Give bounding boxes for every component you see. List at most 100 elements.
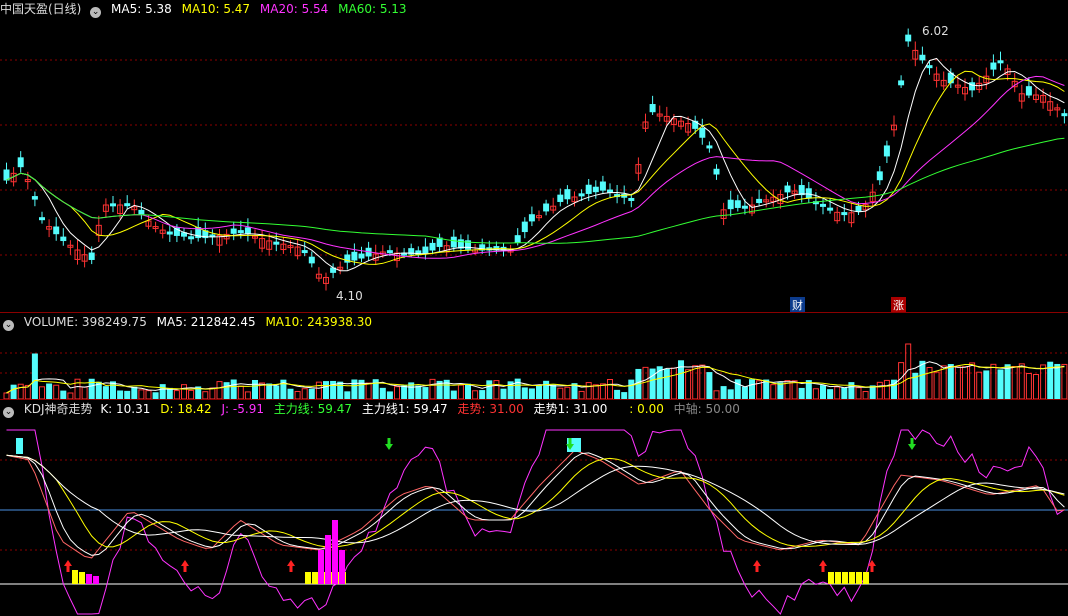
candle-body xyxy=(17,157,24,168)
candlestick-chart[interactable] xyxy=(0,0,1068,312)
volume-bar xyxy=(1018,363,1025,399)
rise-marker[interactable]: 涨 xyxy=(891,297,906,313)
price-panel[interactable]: 中国天盈(日线) ⌄ MA5: 5.38 MA10: 5.47 MA20: 5.… xyxy=(0,0,1068,313)
volume-bar xyxy=(315,381,322,399)
candle-body xyxy=(53,226,60,235)
candle-body xyxy=(990,62,997,70)
volume-bar xyxy=(401,385,408,399)
volume-bar xyxy=(855,387,862,399)
volume-bar xyxy=(642,366,649,399)
candle-body xyxy=(741,205,748,209)
candle-body xyxy=(713,168,720,175)
ma60-line xyxy=(6,137,1065,244)
dropdown-icon[interactable]: ⌄ xyxy=(3,407,14,418)
volume-bar xyxy=(876,381,883,399)
candle-body xyxy=(301,250,308,254)
kdj-panel[interactable]: ⌄ KDJ神奇走势 K: 10.31 D: 18.42 J: -5.91 主力线… xyxy=(0,400,1068,616)
finance-marker[interactable]: 财 xyxy=(790,297,805,313)
volume-bar xyxy=(415,385,422,399)
candle-body xyxy=(820,203,826,207)
volume-bar xyxy=(479,390,486,399)
signal-bar xyxy=(86,574,92,584)
volume-bar xyxy=(940,365,947,399)
candle-body xyxy=(628,197,635,201)
volume-bar xyxy=(202,391,209,399)
volume-bar xyxy=(131,386,138,399)
volume-bar xyxy=(599,383,606,399)
candle-body xyxy=(351,251,358,261)
volume-bar xyxy=(685,369,692,399)
kdj-axis-label: 中轴: 50.00 xyxy=(673,402,740,416)
volume-bar xyxy=(954,366,961,399)
high-price-label: 6.02 xyxy=(922,24,949,38)
candle-body xyxy=(734,200,741,208)
buy-arrow-icon xyxy=(181,560,189,572)
volume-bar xyxy=(74,378,81,399)
candle-body xyxy=(450,236,457,248)
volume-bar xyxy=(969,362,976,399)
candle-body xyxy=(386,250,393,254)
volume-bar xyxy=(649,368,656,399)
volume-bar xyxy=(976,371,983,399)
volume-bar xyxy=(138,389,145,399)
candle-body xyxy=(926,65,933,69)
volume-bar xyxy=(990,363,997,399)
volume-bar xyxy=(394,386,400,399)
volume-bar xyxy=(820,385,826,399)
kdj-trend1-label: 走势1: 31.00 xyxy=(533,402,608,416)
volume-bar xyxy=(465,383,471,399)
ma5-line xyxy=(6,57,1065,272)
volume-bar xyxy=(1025,373,1032,399)
volume-bar xyxy=(1033,374,1039,399)
candle-body xyxy=(599,181,606,191)
buy-arrow-icon xyxy=(753,560,761,572)
candle-body xyxy=(3,169,10,181)
candle-body xyxy=(855,205,862,212)
candle-body xyxy=(1061,113,1068,117)
candle-body xyxy=(557,194,564,202)
volume-bar xyxy=(209,387,216,399)
volume-bar xyxy=(31,353,38,399)
kdj-main1-label: 主力线1: 59.47 xyxy=(361,402,448,416)
dropdown-icon[interactable]: ⌄ xyxy=(90,7,102,18)
volume-bar xyxy=(933,371,940,399)
volume-bar xyxy=(1054,363,1061,399)
volume-bar xyxy=(493,380,500,399)
volume-bar xyxy=(841,387,848,399)
volume-bar xyxy=(749,379,755,399)
candle-body xyxy=(188,236,195,240)
volume-bar xyxy=(521,387,528,399)
dropdown-icon[interactable]: ⌄ xyxy=(3,320,14,331)
volume-bar xyxy=(812,388,819,399)
kdj-j-label: J: -5.91 xyxy=(221,402,264,416)
volume-bar xyxy=(422,387,429,399)
chart-title: 中国天盈(日线) xyxy=(0,2,82,16)
volume-bar xyxy=(699,364,706,399)
volume-bar xyxy=(663,368,670,399)
kdj-trend-label: 走势: 31.00 xyxy=(457,402,524,416)
candle-body xyxy=(521,221,528,233)
volume-bar xyxy=(486,380,493,399)
kdj-trend-line xyxy=(6,449,1065,559)
candle-body xyxy=(1025,86,1032,96)
signal-bar xyxy=(863,572,869,584)
ma20-label: MA20: 5.54 xyxy=(259,2,329,16)
candle-body xyxy=(88,252,95,260)
volume-bar xyxy=(564,386,571,399)
price-header: 中国天盈(日线) ⌄ MA5: 5.38 MA10: 5.47 MA20: 5.… xyxy=(0,0,1068,18)
volume-bar xyxy=(869,385,876,399)
volume-bar xyxy=(472,390,479,399)
candle-body xyxy=(429,242,436,251)
volume-bar xyxy=(727,389,734,399)
candle-body xyxy=(699,127,706,138)
kdj-main-label: 主力线: 59.47 xyxy=(273,402,353,416)
volume-bar xyxy=(181,384,187,399)
volume-bar xyxy=(706,372,713,399)
candle-body xyxy=(649,104,656,113)
kdj-chart[interactable] xyxy=(0,400,1068,616)
kdj-d-label: D: 18.42 xyxy=(160,402,212,416)
volume-bar xyxy=(188,389,195,399)
volume-bar xyxy=(166,387,173,399)
volume-panel[interactable]: ⌄ VOLUME: 398249.75 MA5: 212842.45 MA10:… xyxy=(0,313,1068,399)
sell-arrow-icon xyxy=(385,438,393,450)
